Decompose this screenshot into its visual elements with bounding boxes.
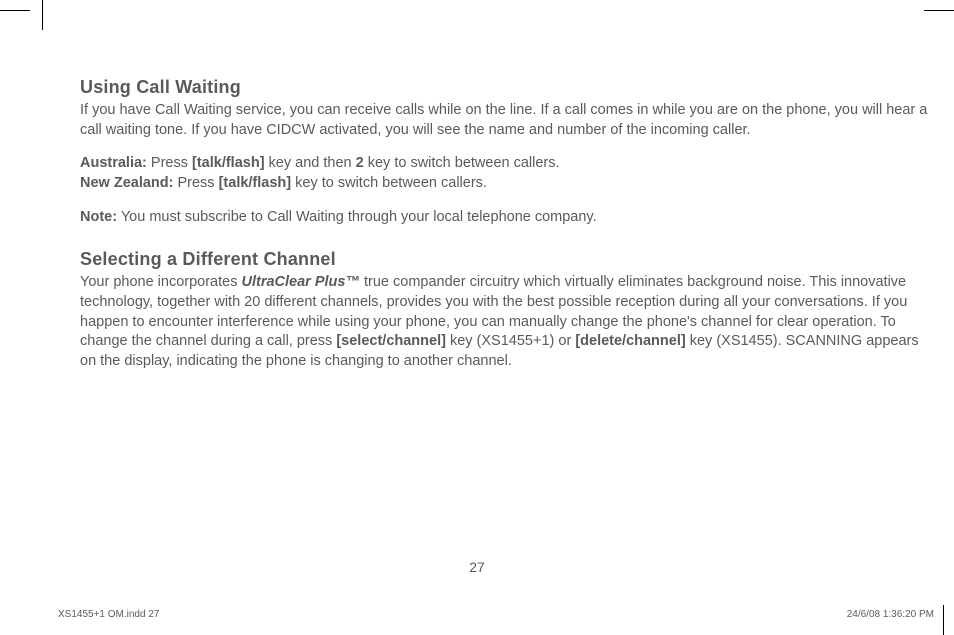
paragraph-new-zealand: New Zealand: Press [talk/flash] key to s… bbox=[80, 174, 936, 194]
key-talk-flash: [talk/flash] bbox=[219, 175, 292, 191]
heading-call-waiting: Using Call Waiting bbox=[80, 75, 936, 99]
crop-mark bbox=[924, 10, 954, 11]
crop-mark bbox=[943, 605, 944, 635]
footer-timestamp: 24/6/08 1:36:20 PM bbox=[847, 609, 934, 620]
footer-filename: XS1455+1 OM.indd 27 bbox=[58, 609, 159, 620]
page-number: 27 bbox=[0, 559, 954, 575]
paragraph-channel: Your phone incorporates UltraClear Plus™… bbox=[80, 273, 936, 371]
paragraph-australia: Australia: Press [talk/flash] key and th… bbox=[80, 154, 936, 174]
label-new-zealand: New Zealand: bbox=[80, 175, 173, 191]
text: key (XS1455+1) or bbox=[446, 333, 575, 349]
text: Your phone incorporates bbox=[80, 274, 242, 290]
label-note: Note: bbox=[80, 209, 117, 225]
crop-mark bbox=[42, 0, 43, 30]
heading-selecting-channel: Selecting a Different Channel bbox=[80, 247, 936, 271]
key-delete-channel: [delete/channel] bbox=[575, 333, 685, 349]
key-2: 2 bbox=[356, 155, 364, 171]
key-talk-flash: [talk/flash] bbox=[192, 155, 265, 171]
text: Press bbox=[147, 155, 192, 171]
document-page: Using Call Waiting If you have Call Wait… bbox=[0, 0, 954, 635]
paragraph-note: Note: You must subscribe to Call Waiting… bbox=[80, 208, 936, 228]
paragraph-intro: If you have Call Waiting service, you ca… bbox=[80, 101, 936, 140]
page-content: Using Call Waiting If you have Call Wait… bbox=[80, 75, 936, 371]
text: key to switch between callers. bbox=[364, 155, 560, 171]
text: key to switch between callers. bbox=[291, 175, 487, 191]
key-select-channel: [select/channel] bbox=[336, 333, 446, 349]
text: key and then bbox=[265, 155, 356, 171]
text: Press bbox=[173, 175, 218, 191]
crop-mark bbox=[0, 10, 30, 11]
text: You must subscribe to Call Waiting throu… bbox=[117, 209, 597, 225]
label-australia: Australia: bbox=[80, 155, 147, 171]
product-name: UltraClear Plus™ bbox=[242, 274, 360, 290]
footer: XS1455+1 OM.indd 27 24/6/08 1:36:20 PM bbox=[58, 609, 934, 620]
